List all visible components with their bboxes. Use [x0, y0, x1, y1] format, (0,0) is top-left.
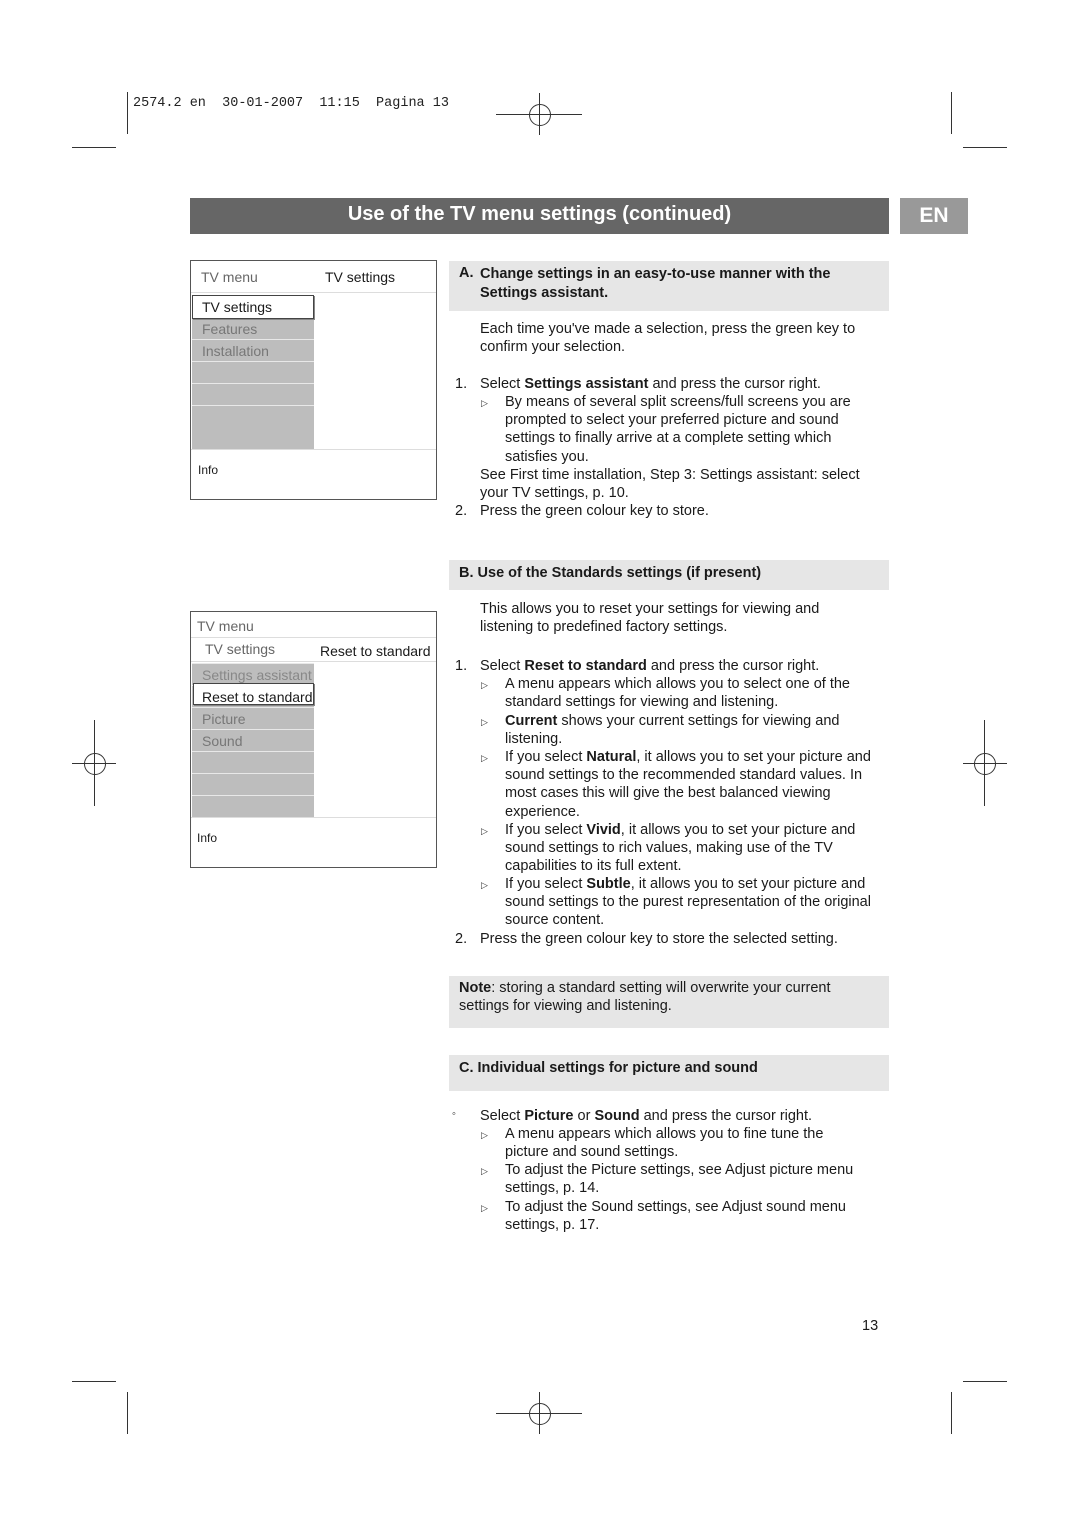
triangle-bullet-icon: ▷	[481, 1166, 488, 1176]
section-b-bullet: If you select Vivid, it allows you to se…	[505, 822, 856, 875]
heading-text: Change settings in an easy-to-use manner…	[480, 266, 831, 301]
section-b-bullet: Current shows your current settings for …	[505, 713, 840, 748]
section-b-bullet: If you select Natural, it allows you to …	[505, 749, 871, 820]
step-number: 2.	[455, 931, 468, 947]
crop-mark	[963, 1381, 1007, 1382]
print-slug: 2574.2 en 30-01-2007 11:15 Pagina 13	[133, 96, 449, 111]
step-number: 1.	[455, 376, 468, 392]
section-a-step1: Select Settings assistant and press the …	[480, 376, 821, 392]
triangle-bullet-icon: ▷	[481, 717, 488, 727]
step-number: 1.	[455, 658, 468, 674]
crop-mark	[127, 1392, 128, 1434]
tv-menu-illustration: TV menu TV settings TV settings Features…	[190, 260, 437, 500]
manual-page: 2574.2 en 30-01-2007 11:15 Pagina 13 Use…	[0, 0, 1080, 1528]
menu-item-features: Features	[202, 321, 258, 337]
registration-circle	[974, 753, 996, 775]
note-box: Note: storing a standard setting will ov…	[449, 976, 889, 1028]
section-a-step2: Press the green colour key to store.	[480, 503, 709, 519]
page-number: 13	[862, 1318, 879, 1334]
triangle-bullet-icon: ▷	[481, 753, 488, 763]
registration-circle	[529, 1403, 551, 1425]
section-c-heading: C. Individual settings for picture and s…	[449, 1055, 889, 1091]
registration-circle	[84, 753, 106, 775]
menu-sub-left: TV settings	[205, 641, 276, 657]
crop-mark	[127, 92, 128, 134]
language-tab: EN	[900, 198, 968, 234]
heading-number: A.	[459, 265, 474, 281]
section-c-bullet: To adjust the Sound settings, see Adjust…	[505, 1199, 846, 1234]
section-a-see: See First time installation, Step 3: Set…	[480, 467, 860, 502]
page-title: Use of the TV menu settings (continued)	[190, 198, 889, 234]
section-a-bullet: By means of several split screens/full s…	[505, 394, 851, 465]
crop-mark	[72, 147, 116, 148]
triangle-bullet-icon: ▷	[481, 680, 488, 690]
section-b-bullet: If you select Subtle, it allows you to s…	[505, 876, 871, 929]
triangle-bullet-icon: ▷	[481, 826, 488, 836]
triangle-bullet-icon: ▷	[481, 1203, 488, 1213]
menu-header: TV menu	[197, 618, 254, 634]
triangle-bullet-icon: ▷	[481, 880, 488, 890]
tv-menu-illustration-reset: TV menu TV settings Reset to standard Se…	[190, 611, 437, 868]
menu-header-left: TV menu	[201, 269, 258, 285]
section-a-heading: A. Change settings in an easy-to-use man…	[449, 261, 889, 311]
menu-item-settings-assistant: Settings assistant	[202, 667, 312, 683]
section-c-step: Select Picture or Sound and press the cu…	[480, 1108, 813, 1124]
menu-info: Info	[198, 463, 219, 477]
menu-item-reset: Reset to standard	[202, 689, 313, 705]
step-number: 2.	[455, 503, 468, 519]
section-b-step2: Press the green colour key to store the …	[480, 931, 838, 947]
section-c-bullet: To adjust the Picture settings, see Adju…	[505, 1162, 854, 1197]
menu-item-sound: Sound	[202, 733, 243, 749]
section-c-bullet: A menu appears which allows you to fine …	[505, 1126, 824, 1161]
section-b-bullet: A menu appears which allows you to selec…	[505, 676, 850, 711]
menu-item-installation: Installation	[202, 343, 269, 359]
menu-header-right: TV settings	[325, 269, 396, 285]
section-b-step1: Select Reset to standard and press the c…	[480, 658, 820, 674]
menu-sub-right: Reset to standard	[320, 643, 431, 659]
section-b-intro: This allows you to reset your settings f…	[480, 601, 820, 636]
menu-info: Info	[197, 831, 218, 845]
triangle-bullet-icon: ▷	[481, 1130, 488, 1140]
crop-mark	[951, 1392, 952, 1434]
circle-bullet-icon: ◦	[452, 1108, 456, 1120]
crop-mark	[963, 147, 1007, 148]
section-a-intro: Each time you've made a selection, press…	[480, 321, 856, 356]
section-b-heading: B. Use of the Standards settings (if pre…	[449, 560, 889, 590]
crop-mark	[72, 1381, 116, 1382]
crop-mark	[951, 92, 952, 134]
menu-item-tv-settings: TV settings	[202, 299, 273, 315]
registration-circle	[529, 104, 551, 126]
triangle-bullet-icon: ▷	[481, 398, 488, 408]
menu-item-picture: Picture	[202, 711, 246, 727]
